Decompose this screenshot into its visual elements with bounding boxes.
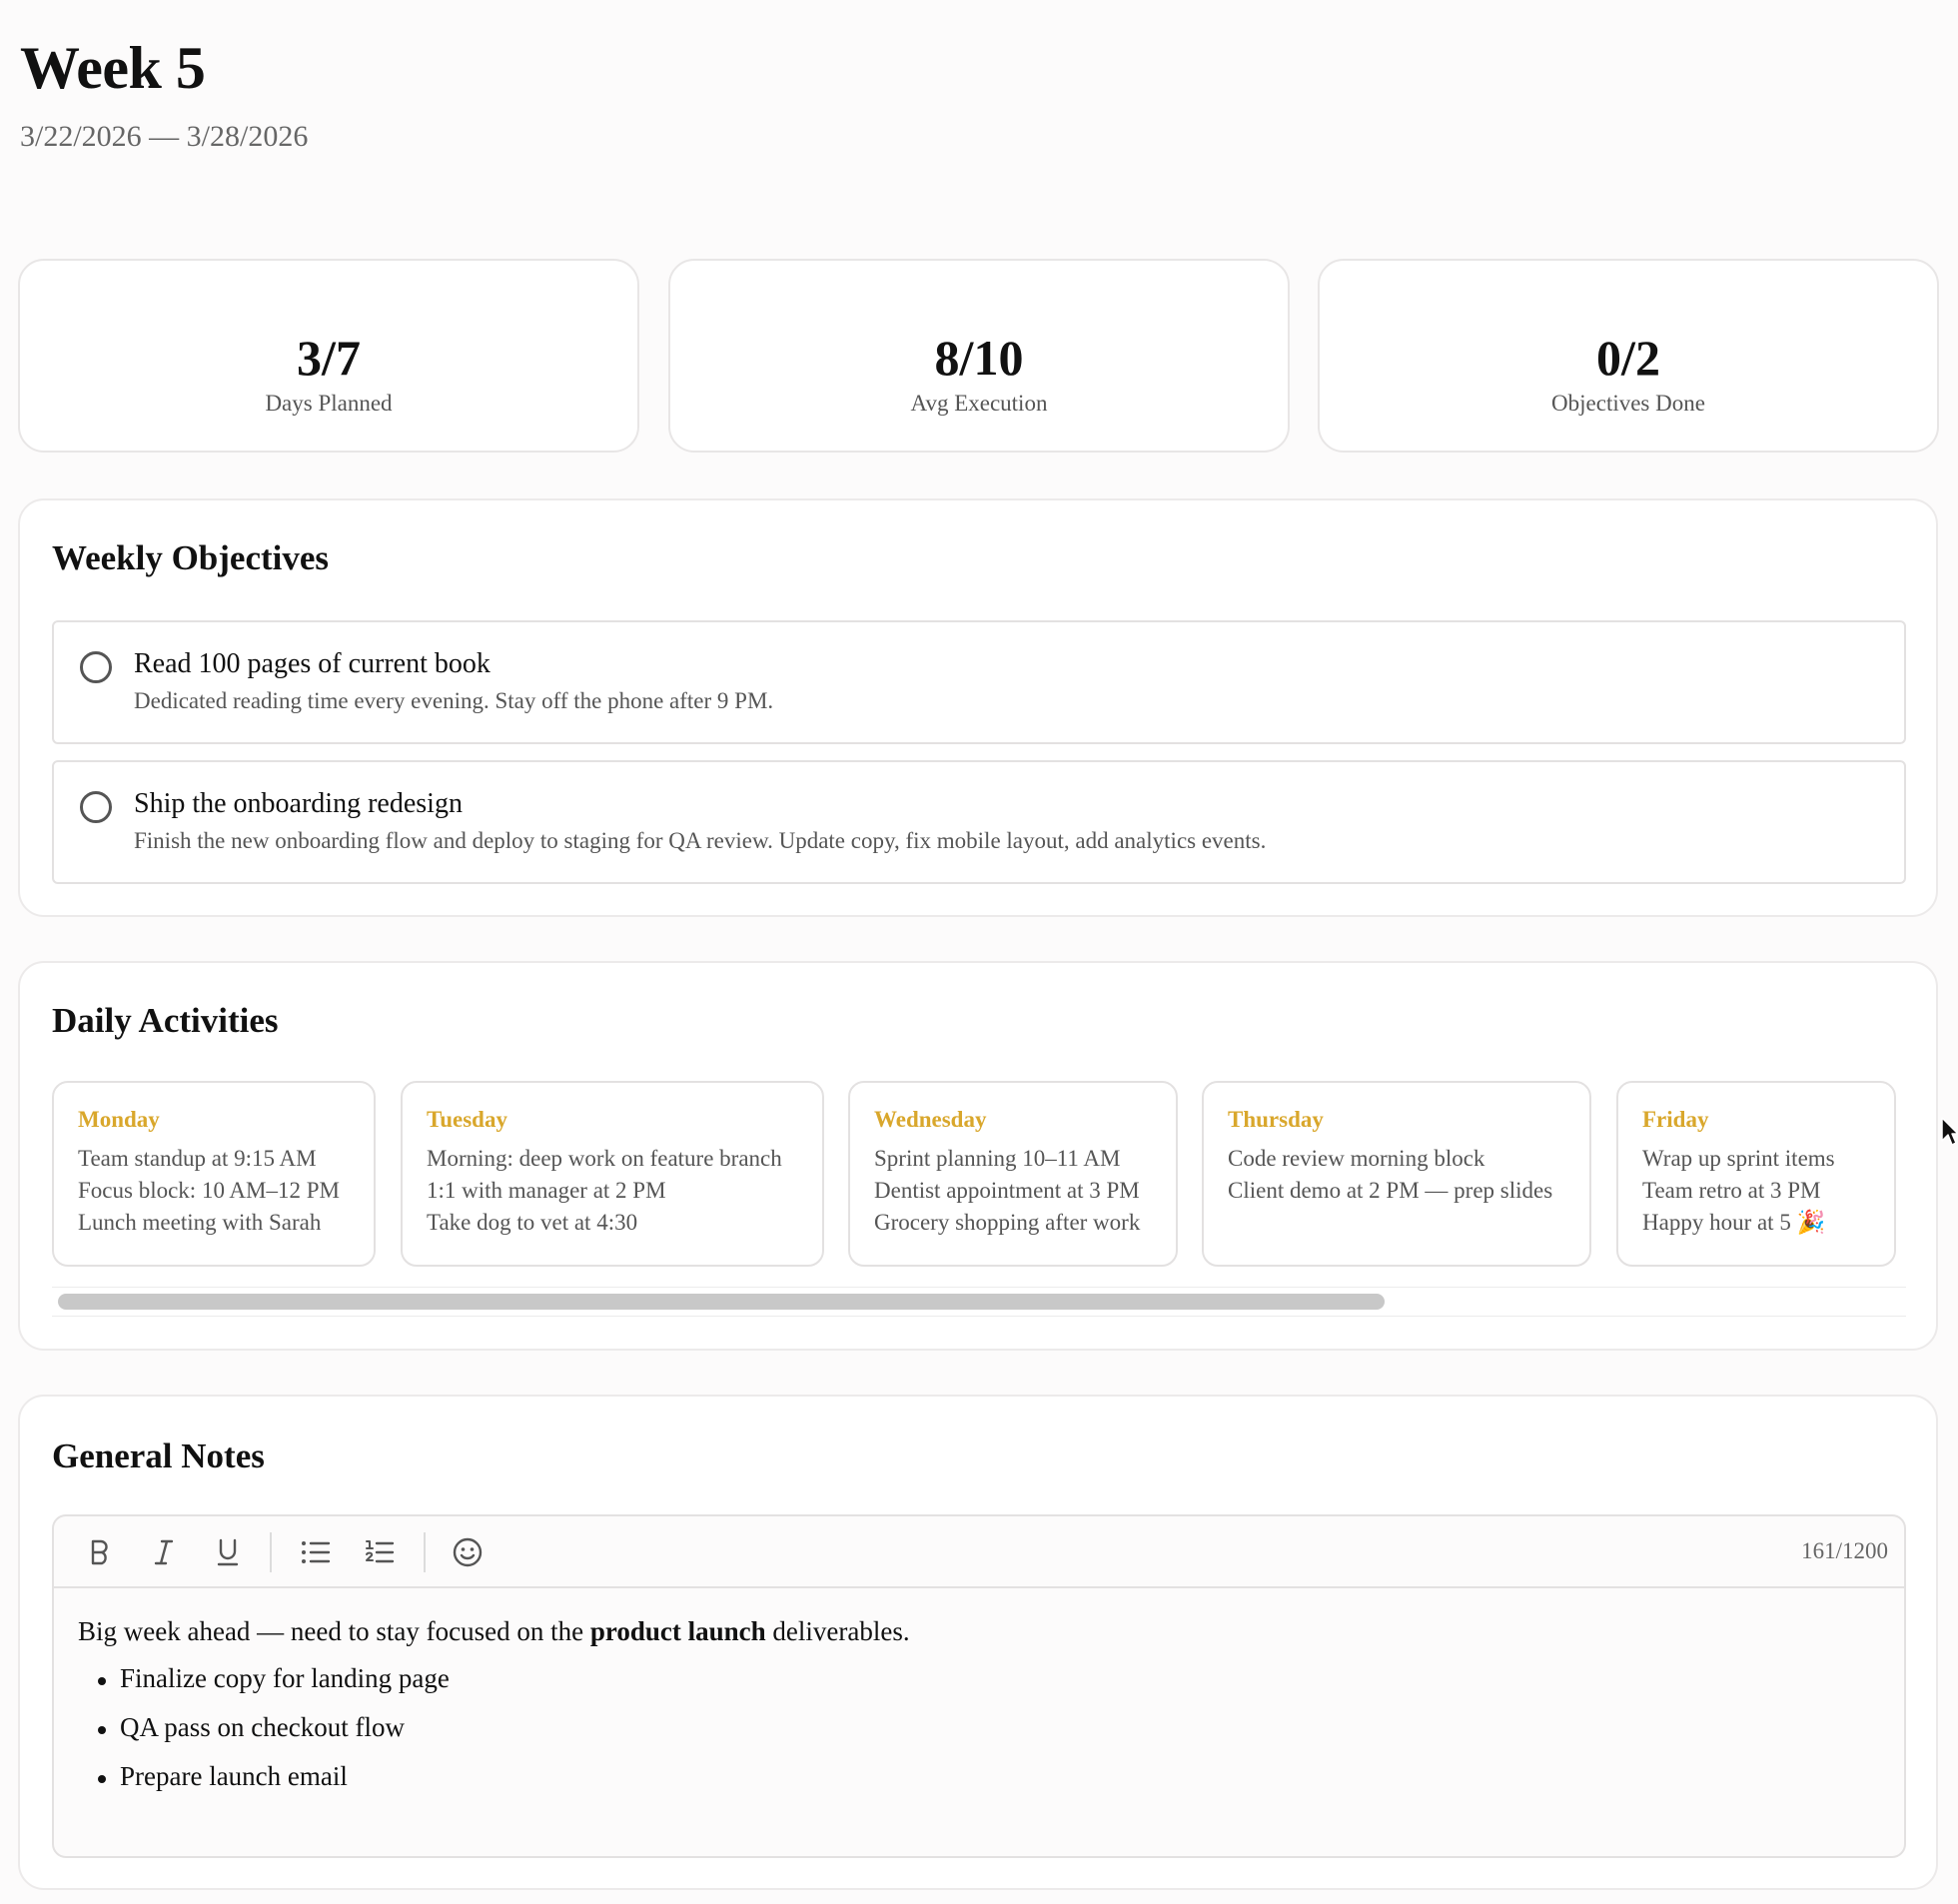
objective-title: Ship the onboarding redesign [134, 788, 463, 819]
day-activity: Team standup at 9:15 AM [78, 1146, 317, 1171]
day-card-wednesday[interactable]: Wednesday Sprint planning 10–11 AM Denti… [848, 1081, 1178, 1267]
bold-icon[interactable] [82, 1534, 118, 1570]
day-name: Friday [1642, 1107, 1709, 1132]
scrollbar-thumb[interactable] [58, 1294, 1385, 1310]
day-activity: Client demo at 2 PM — prep slides [1228, 1178, 1553, 1203]
day-card-tuesday[interactable]: Tuesday Morning: deep work on feature br… [401, 1081, 824, 1267]
objective-title: Read 100 pages of current book [134, 648, 490, 679]
character-count: 161/1200 [1801, 1538, 1888, 1563]
day-activity: 1:1 with manager at 2 PM [427, 1178, 666, 1203]
day-name: Tuesday [427, 1107, 507, 1132]
stat-card-objectives-done: 0/2 Objectives Done [1318, 259, 1939, 453]
italic-icon[interactable] [146, 1534, 182, 1570]
bullet-list-icon[interactable] [298, 1534, 334, 1570]
section-title: General Notes [52, 1436, 265, 1475]
day-activity: Morning: deep work on feature branch [427, 1146, 782, 1171]
day-activity: Dentist appointment at 3 PM [874, 1178, 1140, 1203]
editor-toolbar: 161/1200 [54, 1516, 1904, 1588]
day-activity: Happy hour at 5 🎉 [1642, 1210, 1826, 1235]
notes-bullet-list: Finalize copy for landing page QA pass o… [78, 1663, 1880, 1792]
day-name: Monday [78, 1107, 160, 1132]
objective-item[interactable]: Ship the onboarding redesign Finish the … [52, 760, 1906, 884]
day-card-thursday[interactable]: Thursday Code review morning block Clien… [1202, 1081, 1591, 1267]
objective-checkbox[interactable] [80, 791, 112, 823]
date-start: 3/22/2026 [20, 120, 142, 153]
objective-item[interactable]: Read 100 pages of current book Dedicated… [52, 620, 1906, 744]
weekly-review-page: Week 5 3/22/2026 — 3/28/2026 3/7 Days Pl… [0, 0, 1958, 1904]
toolbar-divider [424, 1532, 426, 1572]
stat-label: Objectives Done [1551, 391, 1705, 416]
date-range: 3/22/2026 — 3/28/2026 [20, 120, 308, 154]
notes-editor[interactable]: 161/1200 Big week ahead — need to stay f… [52, 1514, 1906, 1858]
underline-icon[interactable] [210, 1534, 246, 1570]
horizontal-scrollbar[interactable] [52, 1287, 1906, 1317]
stat-label: Days Planned [265, 391, 393, 416]
emoji-icon[interactable] [450, 1534, 486, 1570]
list-item: Finalize copy for landing page [78, 1663, 1880, 1694]
notes-paragraph: Big week ahead — need to stay focused on… [78, 1616, 1880, 1647]
objective-description: Dedicated reading time every evening. St… [134, 688, 774, 713]
stat-value: 3/7 [297, 330, 361, 386]
objective-checkbox[interactable] [80, 651, 112, 683]
general-notes-section: General Notes 161/1200 Big week ahead — … [18, 1395, 1938, 1890]
day-activity: Wrap up sprint items [1642, 1146, 1835, 1171]
date-end: 3/28/2026 [186, 120, 309, 153]
notes-text: Big week ahead — need to stay focused on… [78, 1616, 590, 1646]
daily-activities-section: Daily Activities Monday Team standup at … [18, 961, 1938, 1351]
day-name: Thursday [1228, 1107, 1324, 1132]
section-title: Daily Activities [52, 1001, 279, 1040]
weekly-objectives-section: Weekly Objectives Read 100 pages of curr… [18, 498, 1938, 917]
day-activity: Sprint planning 10–11 AM [874, 1146, 1121, 1171]
list-item: QA pass on checkout flow [78, 1712, 1880, 1743]
day-activity: Code review morning block [1228, 1146, 1485, 1171]
notes-text: deliverables. [765, 1616, 910, 1646]
day-activity: Team retro at 3 PM [1642, 1178, 1821, 1203]
day-card-monday[interactable]: Monday Team standup at 9:15 AM Focus blo… [52, 1081, 376, 1267]
mouse-cursor-icon [1941, 1117, 1958, 1146]
day-activity: Focus block: 10 AM–12 PM [78, 1178, 340, 1203]
date-separator: — [149, 120, 180, 153]
list-item: Prepare launch email [78, 1761, 1880, 1792]
toolbar-divider [270, 1532, 272, 1572]
day-card-friday[interactable]: Friday Wrap up sprint items Team retro a… [1616, 1081, 1896, 1267]
day-activity: Take dog to vet at 4:30 [427, 1210, 638, 1235]
stat-value: 8/10 [934, 330, 1024, 386]
notes-bold-text: product launch [589, 1616, 766, 1646]
page-title: Week 5 [20, 35, 206, 101]
stat-card-avg-execution: 8/10 Avg Execution [668, 259, 1290, 453]
day-name: Wednesday [874, 1107, 987, 1132]
numbered-list-icon[interactable] [362, 1534, 398, 1570]
stat-label: Avg Execution [910, 391, 1048, 416]
stat-card-days-planned: 3/7 Days Planned [18, 259, 639, 453]
day-activity: Grocery shopping after work [874, 1210, 1141, 1235]
stat-value: 0/2 [1596, 330, 1660, 386]
objective-description: Finish the new onboarding flow and deplo… [134, 828, 1267, 853]
section-title: Weekly Objectives [52, 538, 330, 577]
day-activity: Lunch meeting with Sarah [78, 1210, 322, 1235]
editor-content[interactable]: Big week ahead — need to stay focused on… [78, 1616, 1880, 1810]
